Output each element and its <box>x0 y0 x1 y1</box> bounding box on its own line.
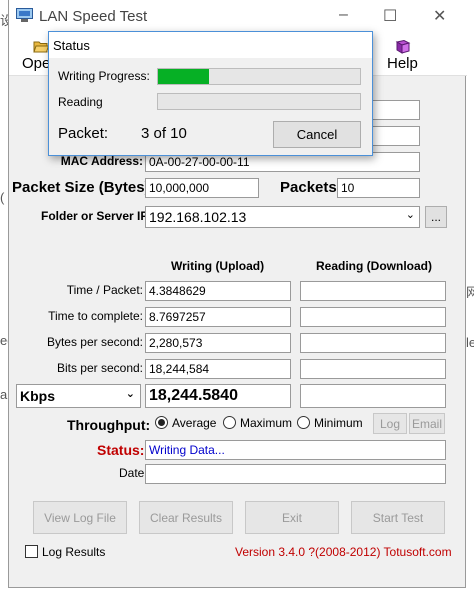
folder-server-combobox[interactable]: 192.168.102.13 ⌄ <box>145 206 420 228</box>
bg-window-edge-char: le <box>466 335 474 350</box>
time-to-complete-read <box>300 307 446 327</box>
column-reading-header: Reading (Download) <box>316 259 432 273</box>
reading-progress-bar <box>157 93 361 110</box>
help-book-icon <box>395 39 411 54</box>
status-dialog: Status Writing Progress: Reading Packet:… <box>48 31 373 156</box>
cancel-button[interactable]: Cancel <box>273 121 361 148</box>
status-label: Status: <box>97 442 145 458</box>
bg-window-edge-char: 网 <box>466 285 474 300</box>
time-per-packet-write: 4.3848629 <box>145 281 291 301</box>
row-bits-per-second-label: Bits per second: <box>56 361 143 375</box>
browse-button[interactable]: ... <box>425 206 447 228</box>
packet-label: Packet: <box>58 125 109 142</box>
bits-per-second-write: 18,244,584 <box>145 359 291 379</box>
row-time-to-complete-label: Time to complete: <box>48 309 143 323</box>
chevron-down-icon: ⌄ <box>405 209 415 221</box>
exit-button[interactable]: Exit <box>245 501 339 534</box>
writing-progress-bar <box>157 68 361 85</box>
radio-maximum-circle <box>223 416 236 429</box>
app-icon <box>16 8 33 23</box>
menu-help[interactable]: Help <box>383 38 423 72</box>
start-test-button[interactable]: Start Test <box>351 501 445 534</box>
window-title: LAN Speed Test <box>39 8 148 25</box>
packet-size-input[interactable]: 10,000,000 <box>145 178 259 198</box>
view-log-file-button[interactable]: View Log File <box>33 501 127 534</box>
throughput-label: Throughput: <box>67 417 151 433</box>
version-text: Version 3.4.0 ?(2008-2012) Totusoft.com <box>235 545 452 559</box>
date-label: Date: <box>119 466 148 480</box>
row-time-per-packet-label: Time / Packet: <box>66 283 143 297</box>
bg-window-edge-char: a <box>0 387 8 402</box>
unit-select[interactable]: Kbps ⌄ <box>16 384 141 408</box>
status-dialog-titlebar: Status <box>49 32 372 58</box>
minimize-button[interactable]: – <box>339 6 348 24</box>
radio-maximum-label: Maximum <box>240 416 293 430</box>
status-field: Writing Data... <box>145 440 446 460</box>
bytes-per-second-write: 2,280,573 <box>145 333 291 353</box>
radio-minimum-label: Minimum <box>314 416 363 430</box>
email-button[interactable]: Email <box>409 413 445 434</box>
dialog-title: Status <box>53 38 90 53</box>
unit-value-write: 18,244.5840 <box>145 384 291 408</box>
packet-value: 3 of 10 <box>141 125 187 142</box>
log-results-checkbox[interactable]: Log Results <box>23 543 113 561</box>
title-bar: LAN Speed Test – ☐ ✕ <box>9 0 467 32</box>
writing-progress-fill <box>158 69 209 84</box>
log-results-checkbox-box <box>25 545 38 558</box>
unit-select-value: Kbps <box>20 388 55 404</box>
packets-input[interactable]: 10 <box>337 178 420 198</box>
chevron-down-icon: ⌄ <box>125 388 135 400</box>
packet-size-label: Packet Size (Bytes): <box>12 179 155 196</box>
folder-open-icon <box>33 40 50 53</box>
menu-help-label: Help <box>387 55 418 72</box>
writing-progress-label: Writing Progress: <box>58 69 150 83</box>
folder-server-value: 192.168.102.13 <box>149 209 247 225</box>
time-per-packet-read <box>300 281 446 301</box>
mac-address-label: MAC Address: <box>60 154 143 168</box>
log-button[interactable]: Log <box>373 413 407 434</box>
column-writing-header: Writing (Upload) <box>171 259 265 273</box>
radio-minimum[interactable]: Minimum <box>295 414 367 432</box>
close-button[interactable]: ✕ <box>433 6 446 26</box>
clear-results-button[interactable]: Clear Results <box>139 501 233 534</box>
bytes-per-second-read <box>300 333 446 353</box>
unit-value-read <box>300 384 446 408</box>
radio-average-label: Average <box>172 416 217 430</box>
time-to-complete-write: 8.7697257 <box>145 307 291 327</box>
packets-label: Packets: <box>280 179 342 196</box>
row-bytes-per-second-label: Bytes per second: <box>46 335 143 349</box>
radio-minimum-circle <box>297 416 310 429</box>
folder-server-label: Folder or Server IP: <box>41 209 153 223</box>
menu-open-label: Ope <box>22 55 51 72</box>
maximize-button[interactable]: ☐ <box>383 6 397 26</box>
bits-per-second-read <box>300 359 446 379</box>
radio-average-circle <box>155 416 168 429</box>
radio-average[interactable]: Average <box>153 414 223 432</box>
date-field <box>145 464 446 484</box>
log-results-label: Log Results <box>42 545 106 559</box>
radio-maximum[interactable]: Maximum <box>221 414 299 432</box>
reading-progress-label: Reading <box>58 95 103 109</box>
bg-window-edge-char: ( <box>0 190 5 205</box>
